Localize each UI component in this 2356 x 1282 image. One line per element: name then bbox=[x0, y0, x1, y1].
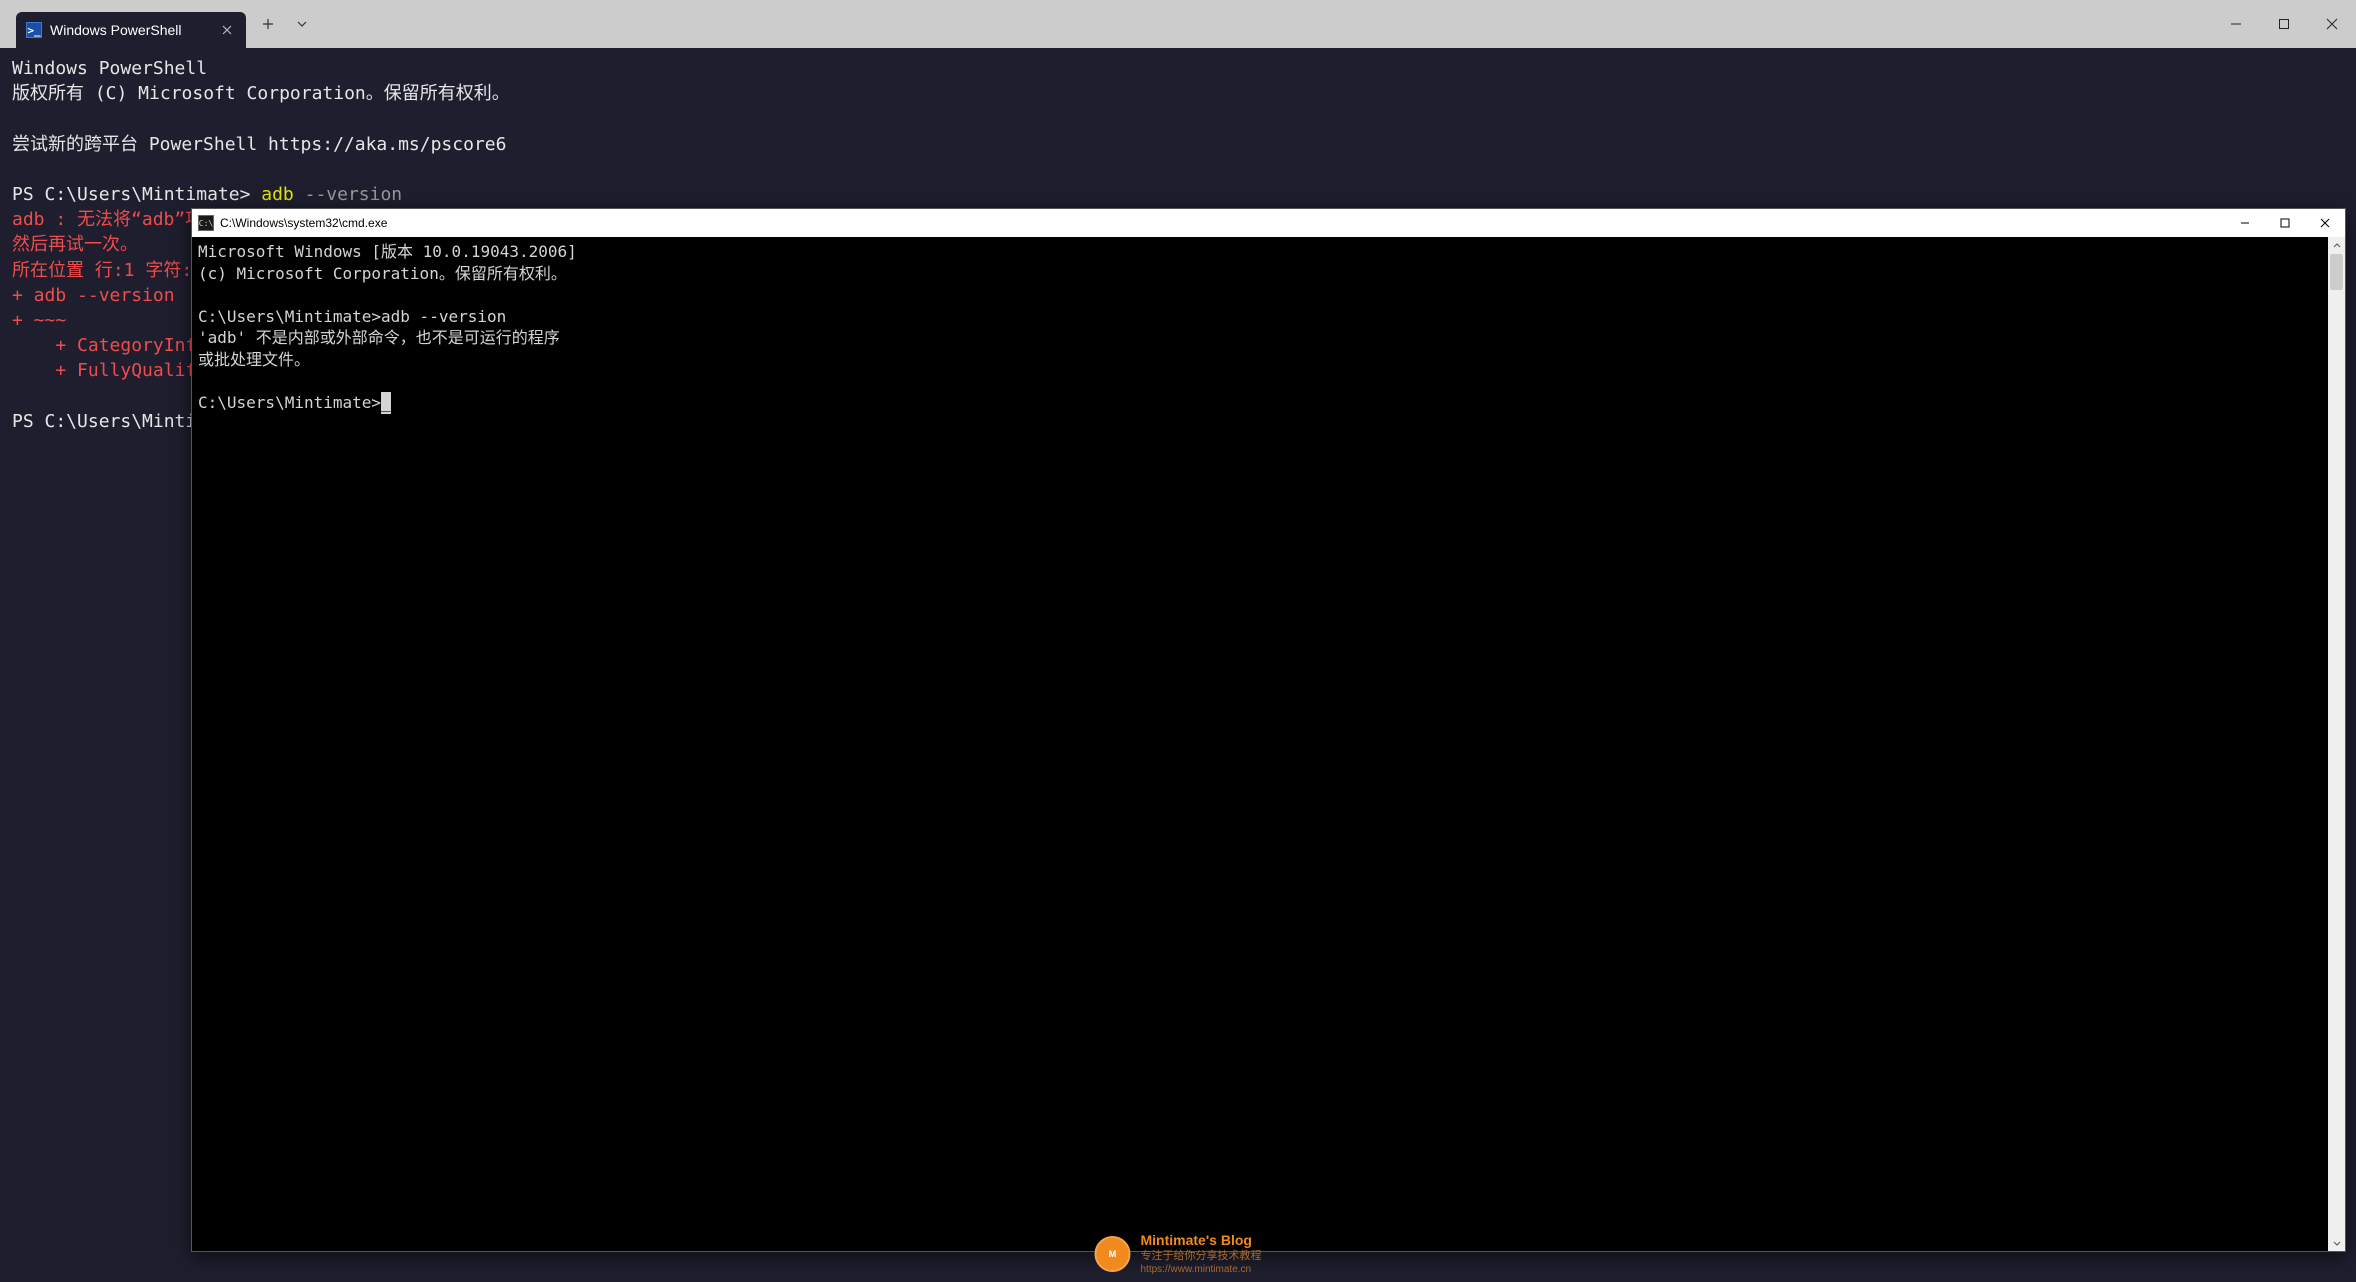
chevron-up-icon bbox=[2333, 242, 2341, 250]
window-controls bbox=[2212, 0, 2356, 48]
cmd-icon: C:\ bbox=[198, 215, 214, 231]
cmd-text: Microsoft Windows [版本 10.0.19043.2006] (… bbox=[198, 242, 577, 412]
cmd-window-title: C:\Windows\system32\cmd.exe bbox=[220, 216, 387, 230]
ps-header-line2: 版权所有 (C) Microsoft Corporation。保留所有权利。 bbox=[12, 83, 510, 104]
maximize-button[interactable] bbox=[2260, 0, 2308, 48]
terminal-titlebar[interactable]: >_ Windows PowerShell bbox=[0, 0, 2356, 48]
cmd-minimize-button[interactable] bbox=[2225, 209, 2265, 237]
tab-dropdown-button[interactable] bbox=[286, 8, 318, 40]
ps-prompt-2: PS C:\Users\Mintima bbox=[12, 411, 218, 432]
tab-actions bbox=[246, 0, 318, 48]
cmd-output[interactable]: Microsoft Windows [版本 10.0.19043.2006] (… bbox=[192, 237, 2328, 1251]
close-button[interactable] bbox=[2308, 0, 2356, 48]
scrollbar-up-button[interactable] bbox=[2328, 237, 2345, 254]
cmd-maximize-button[interactable] bbox=[2265, 209, 2305, 237]
cmd-titlebar[interactable]: C:\ C:\Windows\system32\cmd.exe bbox=[192, 209, 2345, 237]
scrollbar-down-button[interactable] bbox=[2328, 1234, 2345, 1251]
chevron-down-icon bbox=[296, 18, 308, 30]
plus-icon bbox=[262, 18, 274, 30]
cmd-cursor: _ bbox=[381, 392, 391, 414]
cmd-window-controls bbox=[2225, 209, 2345, 237]
scrollbar-thumb[interactable] bbox=[2330, 254, 2343, 290]
minimize-icon bbox=[2230, 18, 2242, 30]
close-icon bbox=[222, 25, 232, 35]
ps-prompt-prefix: PS C:\Users\Mintimate> bbox=[12, 184, 261, 205]
chevron-down-icon bbox=[2333, 1239, 2341, 1247]
scrollbar-track[interactable] bbox=[2328, 254, 2345, 1234]
powershell-icon: >_ bbox=[26, 22, 42, 38]
cmd-window: C:\ C:\Windows\system32\cmd.exe Microsof… bbox=[191, 208, 2346, 1252]
cmd-close-button[interactable] bbox=[2305, 209, 2345, 237]
close-icon bbox=[2320, 218, 2330, 228]
tab-title: Windows PowerShell bbox=[50, 22, 182, 38]
ps-header-line3: 尝试新的跨平台 PowerShell https://aka.ms/pscore… bbox=[12, 134, 506, 155]
ps-typed-arg: --version bbox=[294, 184, 402, 205]
titlebar-drag-region[interactable] bbox=[318, 0, 2212, 48]
minimize-icon bbox=[2240, 218, 2250, 228]
maximize-icon bbox=[2280, 218, 2290, 228]
maximize-icon bbox=[2278, 18, 2290, 30]
minimize-button[interactable] bbox=[2212, 0, 2260, 48]
ps-typed-command: adb bbox=[261, 184, 294, 205]
close-icon bbox=[2326, 18, 2338, 30]
new-tab-button[interactable] bbox=[252, 8, 284, 40]
tab-close-button[interactable] bbox=[216, 20, 238, 40]
cmd-vertical-scrollbar[interactable] bbox=[2328, 237, 2345, 1251]
cmd-body-wrap: Microsoft Windows [版本 10.0.19043.2006] (… bbox=[192, 237, 2345, 1251]
terminal-tab[interactable]: >_ Windows PowerShell bbox=[16, 12, 246, 48]
ps-header-line1: Windows PowerShell bbox=[12, 58, 207, 79]
